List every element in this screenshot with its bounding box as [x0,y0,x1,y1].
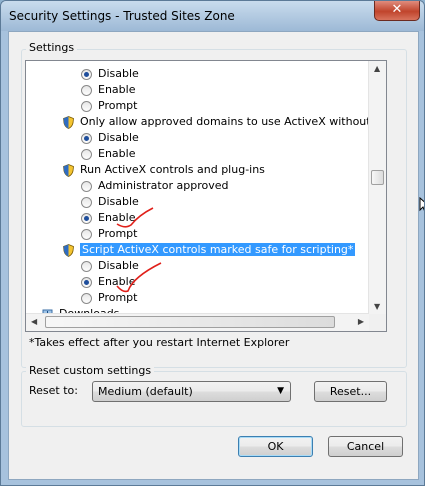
annotation-mark [116,262,162,293]
mouse-cursor-icon [419,197,424,212]
annotation-mark [116,207,154,228]
security-settings-window: Security Settings - Trusted Sites Zone ✕… [0,0,425,486]
annotation-overlay [116,207,162,293]
